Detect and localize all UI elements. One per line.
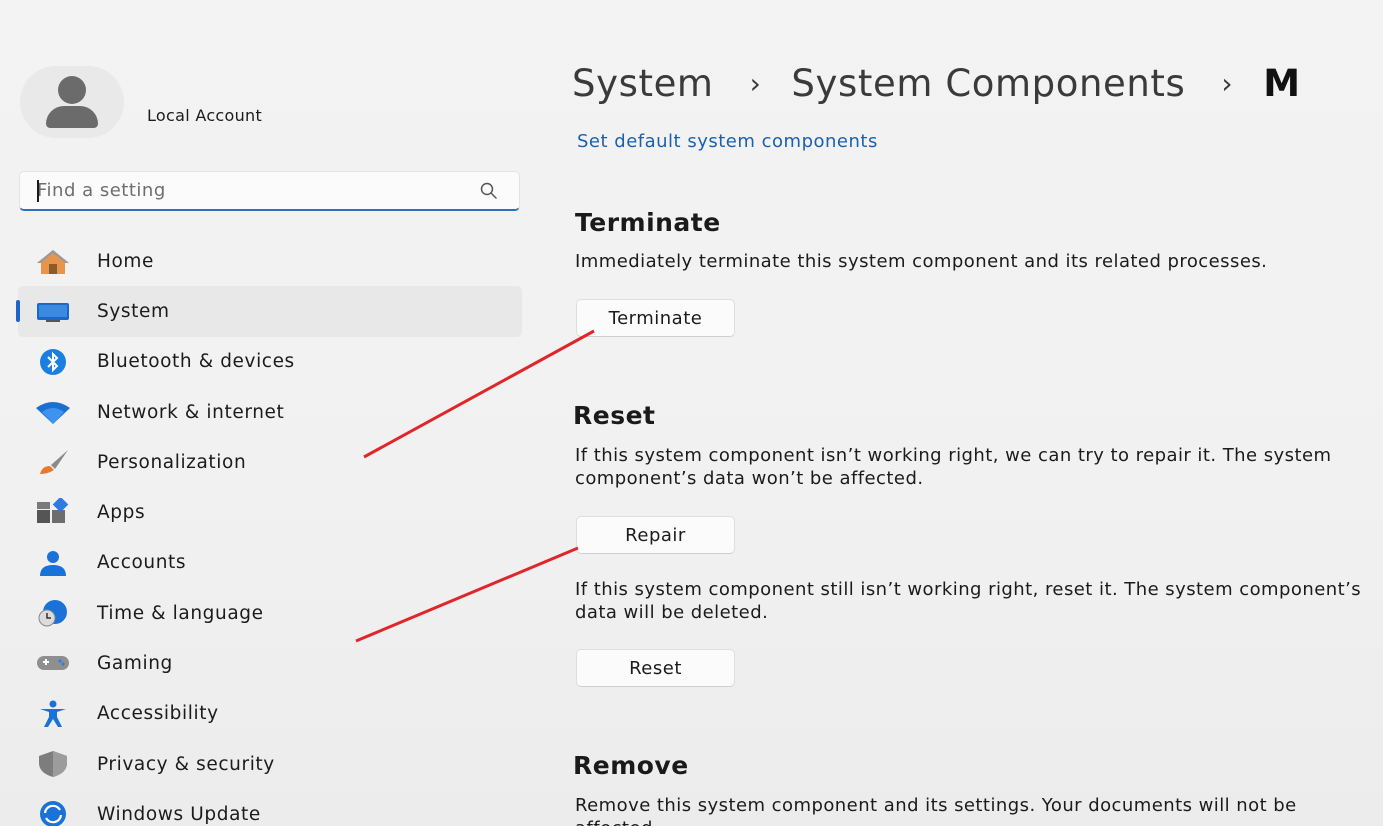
sidebar-item-windows-update[interactable]: Windows Update <box>18 789 522 826</box>
repair-button[interactable]: Repair <box>576 516 735 554</box>
set-default-components-link[interactable]: Set default system components <box>577 131 878 152</box>
remove-heading: Remove <box>573 751 689 780</box>
profile-card <box>20 66 124 138</box>
sidebar-item-time-language[interactable]: Time & language <box>18 588 522 638</box>
sidebar-item-label: Accessibility <box>97 703 219 725</box>
sidebar-item-label: Apps <box>97 502 146 524</box>
sidebar-item-label: Gaming <box>97 653 173 675</box>
wifi-icon <box>34 398 72 426</box>
sidebar-item-label: Time & language <box>97 602 264 624</box>
gamepad-icon <box>34 649 72 677</box>
terminate-button[interactable]: Terminate <box>576 299 735 337</box>
sidebar-item-personalization[interactable]: Personalization <box>18 437 522 487</box>
sidebar-item-label: Network & internet <box>97 401 285 423</box>
breadcrumb-current: M <box>1263 62 1301 105</box>
sidebar-item-label: Privacy & security <box>97 753 275 775</box>
reset-description: If this system component still isn’t wor… <box>575 579 1362 623</box>
search-icon[interactable] <box>479 181 499 201</box>
terminate-heading: Terminate <box>575 208 721 237</box>
avatar[interactable] <box>20 66 124 138</box>
person-icon <box>34 549 72 577</box>
remove-description: Remove this system component and its set… <box>575 795 1297 826</box>
clock-globe-icon <box>34 599 72 627</box>
sidebar-item-label: Personalization <box>97 451 247 473</box>
chevron-right-icon: › <box>749 67 762 100</box>
sidebar-item-bluetooth[interactable]: Bluetooth & devices <box>18 337 522 387</box>
shield-icon <box>34 750 72 778</box>
selection-indicator <box>16 300 20 323</box>
sidebar-item-network[interactable]: Network & internet <box>18 387 522 437</box>
sidebar-item-apps[interactable]: Apps <box>18 487 522 537</box>
home-icon <box>34 247 72 275</box>
sidebar-item-accessibility[interactable]: Accessibility <box>18 689 522 739</box>
chevron-right-icon: › <box>1221 67 1234 100</box>
profile-name: Local Account <box>147 106 263 125</box>
sidebar-item-home[interactable]: Home <box>18 236 522 286</box>
apps-icon <box>34 498 72 526</box>
sidebar-item-accounts[interactable]: Accounts <box>18 538 522 588</box>
reset-button[interactable]: Reset <box>576 649 735 687</box>
sidebar-item-label: Windows Update <box>97 803 261 825</box>
breadcrumb-system-components[interactable]: System Components <box>791 62 1185 105</box>
search-input[interactable] <box>20 172 519 209</box>
sidebar-item-label: Bluetooth & devices <box>97 351 295 373</box>
sidebar-item-system[interactable]: System <box>16 286 522 337</box>
repair-description: If this system component isn’t working r… <box>575 445 1332 489</box>
accessibility-icon <box>34 700 72 728</box>
sidebar-item-privacy-security[interactable]: Privacy & security <box>18 739 522 789</box>
terminate-description: Immediately terminate this system compon… <box>575 251 1268 272</box>
system-icon <box>34 297 72 325</box>
reset-heading: Reset <box>573 401 656 430</box>
sidebar-item-gaming[interactable]: Gaming <box>18 638 522 688</box>
sidebar-nav: Home System Bluetooth & devices Network … <box>16 236 522 826</box>
bluetooth-icon <box>34 348 72 376</box>
settings-window: Local Account Home System Blue <box>0 0 1383 826</box>
text-caret <box>37 180 39 202</box>
breadcrumb-system[interactable]: System <box>572 62 714 105</box>
sidebar-item-label: Home <box>97 250 155 272</box>
sidebar-item-label: Accounts <box>97 552 187 574</box>
sidebar-item-label: System <box>97 300 170 322</box>
brush-icon <box>34 448 72 476</box>
breadcrumb: System › System Components › M <box>572 62 1301 105</box>
update-icon <box>34 800 72 826</box>
search-box[interactable] <box>19 171 520 211</box>
